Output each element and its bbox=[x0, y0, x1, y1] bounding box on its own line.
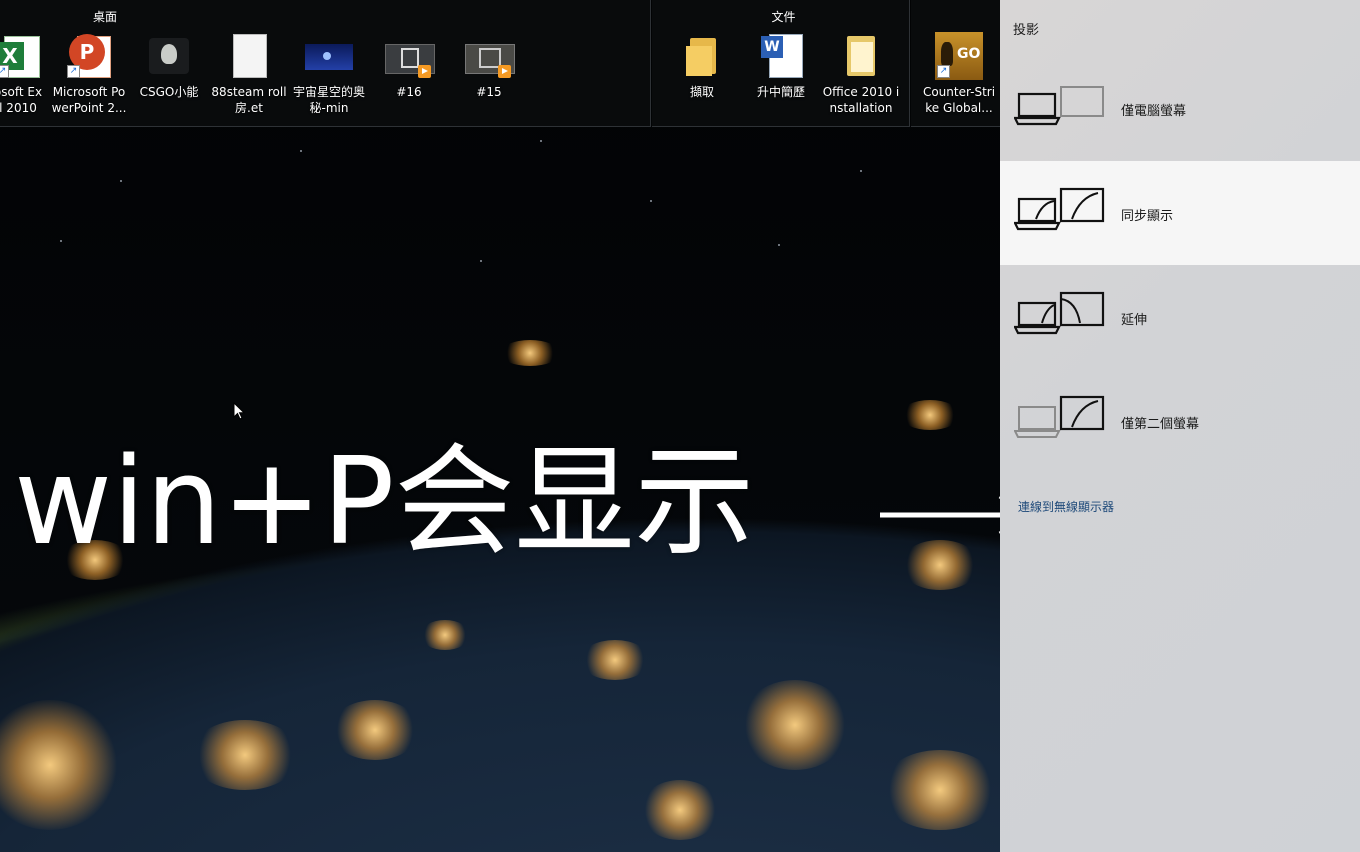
mouse-cursor-icon bbox=[233, 402, 246, 420]
video-icon bbox=[465, 32, 515, 80]
desktop-wallpaper: 桌面 X ↗ osoft Ex l 2010 P ↗ Microsoft Po … bbox=[0, 0, 1000, 852]
option-label: 延伸 bbox=[1121, 313, 1148, 328]
desktop-icon-video-16[interactable]: #16 bbox=[369, 32, 449, 100]
folder-icon bbox=[678, 32, 726, 80]
overlay-caption: win+P会显示 bbox=[14, 433, 755, 572]
csgo-game-icon: GO ↗ bbox=[935, 32, 983, 80]
icon-label: CSGO小能 bbox=[139, 85, 199, 99]
connect-wireless-display-link[interactable]: 連線到無線顯示器 bbox=[1018, 498, 1114, 515]
video-icon bbox=[385, 32, 435, 80]
files-icon-resume-doc[interactable]: W 升中簡歷 bbox=[741, 32, 821, 100]
pc-screen-only-icon bbox=[1014, 86, 1104, 126]
icon-label: Counter-Stri ke Global... bbox=[922, 85, 996, 115]
icon-label: #15 bbox=[476, 85, 502, 99]
option-label: 僅第二個螢幕 bbox=[1121, 417, 1200, 432]
project-panel: 投影 僅電腦螢幕 同步顯示 延伸 僅第二個螢幕 連線到無線顯示器 bbox=[1000, 0, 1360, 852]
icon-label: 擷取 bbox=[689, 85, 714, 99]
icon-label: 宇宙星空的奥 秘-min bbox=[292, 85, 365, 115]
folder-group-files: 文件 擷取 W 升中簡歷 Office 2010 i nstallation bbox=[652, 0, 910, 127]
project-option-extend[interactable]: 延伸 bbox=[1000, 265, 1360, 369]
option-label: 僅電腦螢幕 bbox=[1121, 104, 1187, 119]
files-icon-office-folder[interactable]: Office 2010 i nstallation bbox=[821, 32, 901, 116]
icon-label: Microsoft Po werPoint 2... bbox=[51, 85, 127, 115]
group-title: 桌面 bbox=[92, 10, 117, 24]
word-icon: W bbox=[757, 32, 805, 80]
icon-label: Office 2010 i nstallation bbox=[822, 85, 900, 115]
powerpoint-icon: P ↗ bbox=[65, 32, 113, 80]
group-title: 文件 bbox=[771, 10, 796, 24]
excel-icon: X ↗ bbox=[0, 32, 42, 80]
folder-icon bbox=[837, 32, 885, 80]
games-icon-csgo[interactable]: GO ↗ Counter-Stri ke Global... bbox=[919, 32, 999, 116]
folder-group-desktop: 桌面 X ↗ osoft Ex l 2010 P ↗ Microsoft Po … bbox=[0, 0, 651, 127]
desktop-icon-steam-file[interactable]: 88steam roll 房.et bbox=[209, 32, 289, 116]
project-option-duplicate[interactable]: 同步顯示 bbox=[1000, 161, 1360, 265]
duplicate-icon bbox=[1014, 187, 1105, 231]
image-icon bbox=[305, 32, 353, 80]
option-label: 同步顯示 bbox=[1121, 209, 1174, 224]
second-screen-only-icon bbox=[1014, 395, 1105, 438]
icon-label: 升中簡歷 bbox=[756, 85, 805, 99]
folder-group-games: GO ↗ Counter-Stri ke Global... bbox=[911, 0, 1000, 127]
files-icon-capture-folder[interactable]: 擷取 bbox=[662, 32, 742, 100]
project-option-pc-screen-only[interactable]: 僅電腦螢幕 bbox=[1000, 56, 1360, 160]
desktop-icon-csgo[interactable]: CSGO小能 bbox=[129, 32, 209, 100]
desktop-icon-powerpoint[interactable]: P ↗ Microsoft Po werPoint 2... bbox=[49, 32, 129, 116]
file-icon bbox=[225, 32, 273, 80]
project-option-second-screen-only[interactable]: 僅第二個螢幕 bbox=[1000, 369, 1360, 473]
panel-title: 投影 bbox=[1013, 23, 1040, 38]
csgo-icon bbox=[145, 32, 193, 80]
desktop-icon-image[interactable]: 宇宙星空的奥 秘-min bbox=[289, 32, 369, 116]
desktop-icon-video-15[interactable]: #15 bbox=[449, 32, 529, 100]
icon-label: 88steam roll 房.et bbox=[211, 85, 287, 115]
extend-icon bbox=[1014, 291, 1105, 335]
icon-label: #16 bbox=[396, 85, 422, 99]
